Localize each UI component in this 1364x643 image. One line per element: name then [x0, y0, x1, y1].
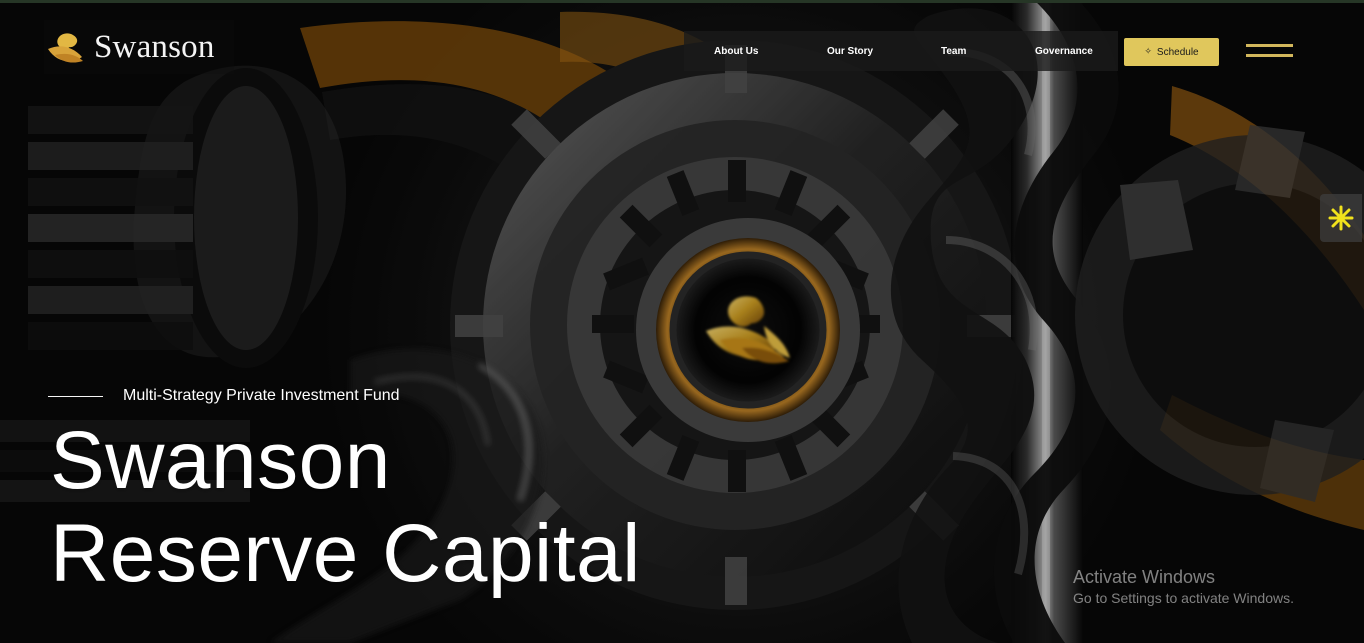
hero-title: Swanson Reserve Capital	[50, 414, 641, 600]
hero-kicker: Multi-Strategy Private Investment Fund	[123, 387, 400, 404]
nav-link-governance[interactable]: Governance	[1035, 46, 1093, 57]
nav-link-our-story[interactable]: Our Story	[827, 46, 873, 57]
hero-kicker-divider	[48, 396, 103, 397]
hero-title-line-2: Reserve Capital	[50, 508, 641, 599]
floating-widget-button[interactable]	[1320, 194, 1362, 242]
activation-message: Go to Settings to activate Windows.	[1073, 590, 1294, 606]
landing-page: Swanson About Us Our Story Team Governan…	[0, 0, 1364, 643]
nav-link-team[interactable]: Team	[941, 46, 966, 57]
asterisk-icon	[1328, 205, 1354, 231]
browser-top-edge	[0, 0, 1364, 3]
schedule-button[interactable]: ✧ Schedule	[1124, 38, 1219, 66]
hamburger-menu-button[interactable]	[1246, 44, 1293, 60]
nav-link-about-us[interactable]: About Us	[714, 46, 758, 57]
swan-logo-icon	[48, 33, 83, 63]
brand-logo[interactable]: Swanson	[44, 20, 234, 74]
hamburger-menu-icon-top-line	[1246, 44, 1293, 47]
windows-activation-watermark: Activate Windows Go to Settings to activ…	[1073, 566, 1294, 608]
brand-name: Swanson	[94, 29, 215, 65]
sparkle-icon: ✧	[1144, 46, 1152, 56]
schedule-button-label: Schedule	[1156, 46, 1199, 58]
hamburger-menu-icon-bottom-line	[1246, 54, 1293, 57]
activation-title: Activate Windows	[1073, 567, 1216, 587]
hero-title-line-1: Swanson	[50, 415, 391, 506]
